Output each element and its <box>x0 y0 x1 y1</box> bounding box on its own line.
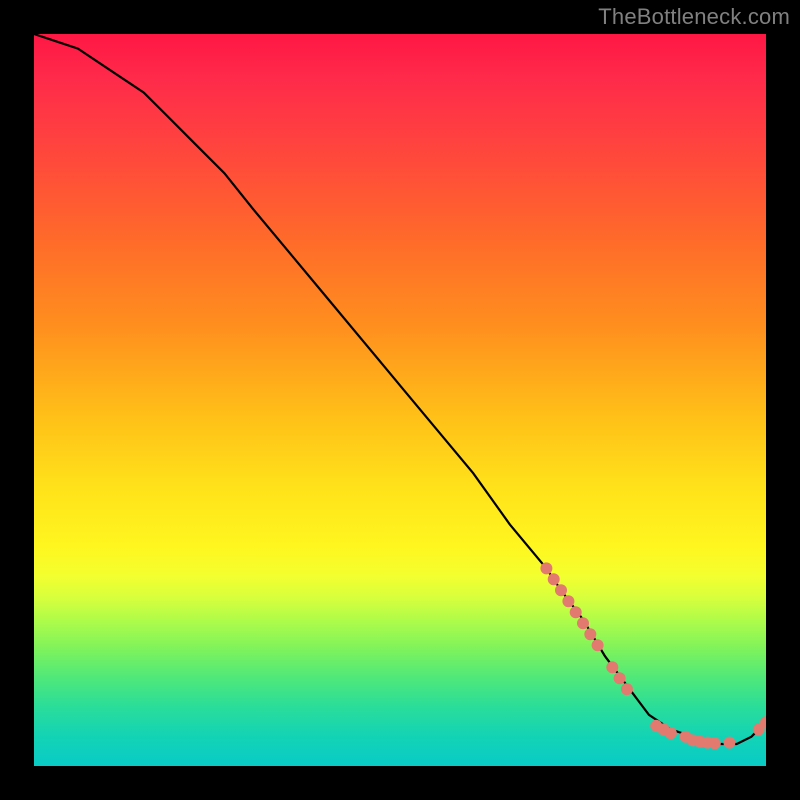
marker-dot <box>555 584 567 596</box>
marker-dot <box>548 573 560 585</box>
marker-dot <box>709 737 721 749</box>
marker-dot <box>592 639 604 651</box>
marker-dot <box>570 606 582 618</box>
curve-group <box>34 34 766 744</box>
marker-dot <box>621 683 633 695</box>
marker-dot <box>577 617 589 629</box>
marker-dot <box>665 727 677 739</box>
marker-dot <box>614 672 626 684</box>
marker-dot <box>584 628 596 640</box>
plot-area <box>34 34 766 766</box>
marker-dot <box>723 737 735 749</box>
watermark-text: TheBottleneck.com <box>598 4 790 30</box>
marker-dot <box>562 595 574 607</box>
marker-dot <box>540 562 552 574</box>
markers-group <box>540 562 766 749</box>
marker-dot <box>606 661 618 673</box>
chart-frame: TheBottleneck.com <box>0 0 800 800</box>
main-curve <box>34 34 766 744</box>
chart-svg <box>34 34 766 766</box>
